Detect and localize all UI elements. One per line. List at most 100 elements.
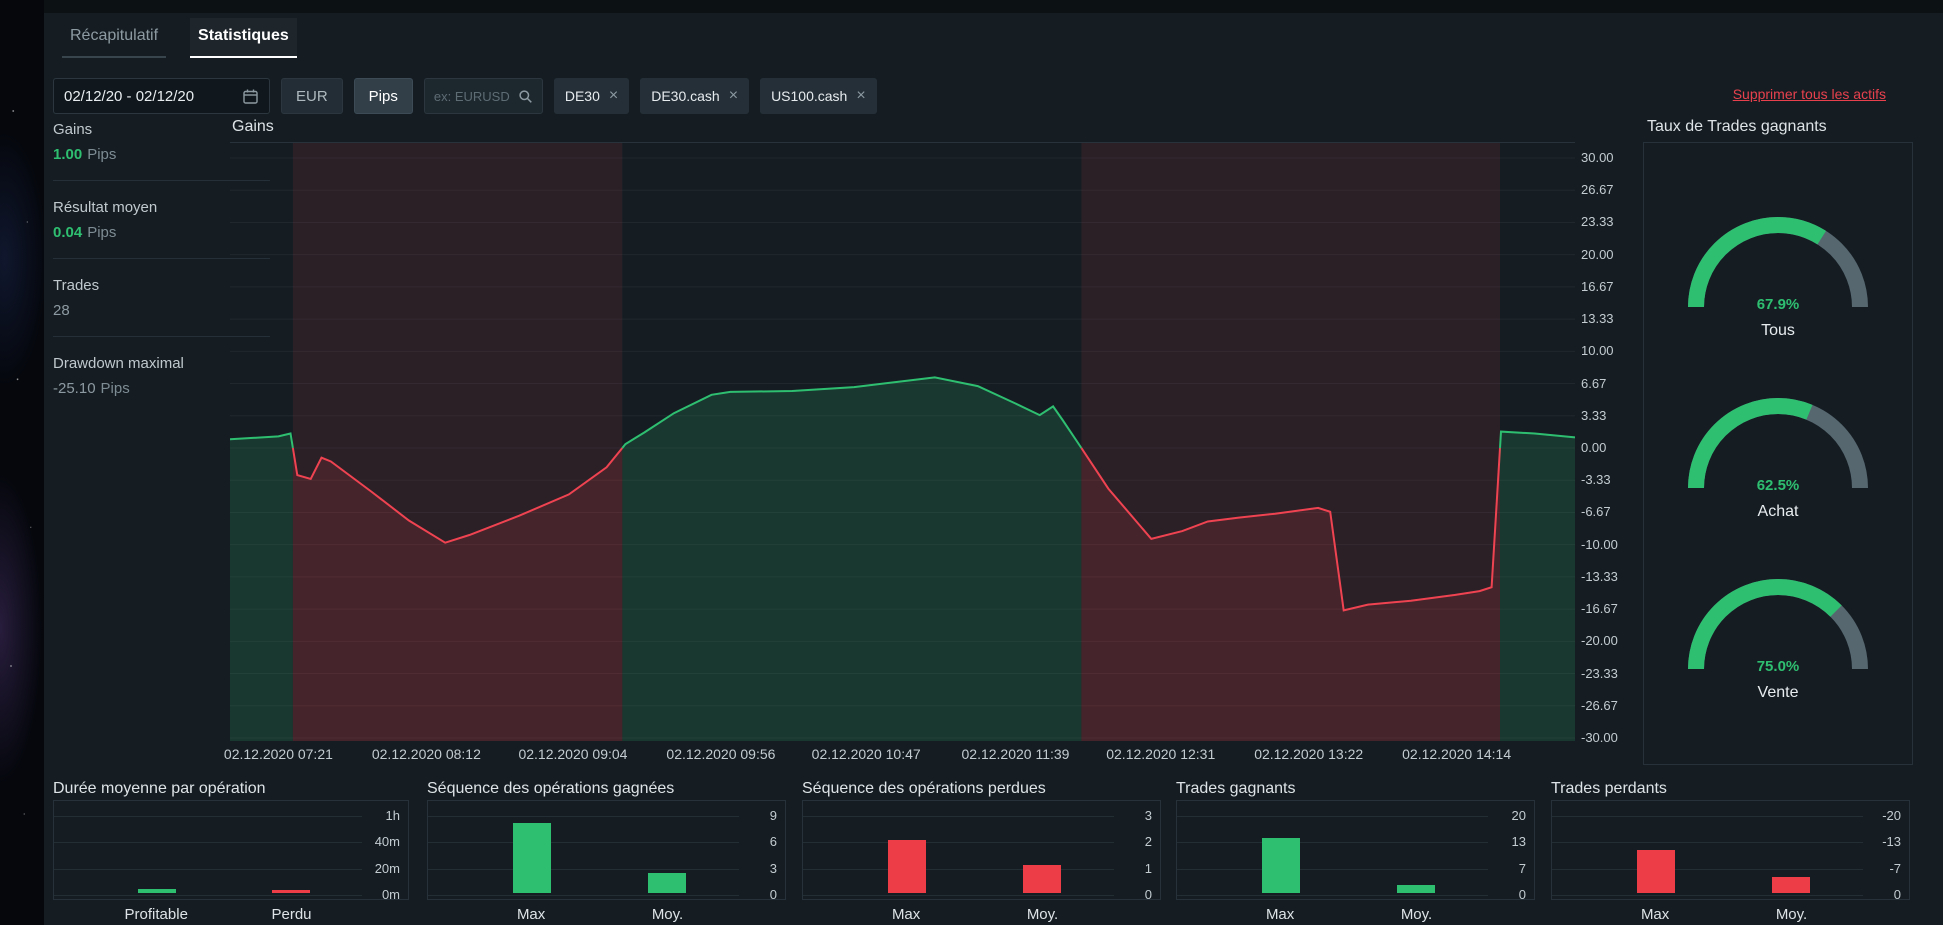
y-tick-label: 3.33 xyxy=(1581,407,1607,423)
search-icon xyxy=(519,89,532,103)
trades-value: 28 xyxy=(53,302,70,319)
y-tick-label: -26.67 xyxy=(1581,697,1618,713)
remove-all-assets-link[interactable]: Supprimer tous les actifs xyxy=(1733,86,1886,102)
date-range-input[interactable] xyxy=(64,87,234,105)
winrate-all-label: Tous xyxy=(1761,322,1795,339)
bar-moy xyxy=(1023,865,1062,893)
symbol-search-input[interactable] xyxy=(433,88,512,104)
avg-result-value: 0.04 xyxy=(53,224,83,241)
y-tick-label: 40m xyxy=(374,834,400,850)
gridline xyxy=(1177,895,1488,896)
tab-recapitulatif[interactable]: Récapitulatif xyxy=(62,18,167,58)
bar-moy xyxy=(648,872,687,893)
chip-label: DE30 xyxy=(564,88,600,104)
bar-label: Max xyxy=(891,906,921,923)
bar-max xyxy=(887,840,926,893)
chip-remove-icon[interactable]: × xyxy=(609,88,618,104)
gridline xyxy=(54,868,362,870)
gains-area-chart xyxy=(230,143,1575,741)
y-tick-label: 0.00 xyxy=(1581,440,1607,455)
x-tick-label: 02.12.2020 12:31 xyxy=(1106,746,1216,762)
tab-statistiques[interactable]: Statistiques xyxy=(190,18,297,58)
y-tick-label: 13.33 xyxy=(1581,311,1614,327)
winrate-panel-title: Taux de Trades gagnants xyxy=(1647,118,1827,135)
gains-chart-plot xyxy=(230,142,1575,741)
y-tick-label: 2 xyxy=(1144,834,1152,850)
y-tick-label: -6.67 xyxy=(1581,504,1611,520)
bar-moy xyxy=(1397,885,1436,893)
y-tick-label: -7 xyxy=(1889,860,1901,876)
bar-label: Max xyxy=(1640,906,1670,923)
y-tick-label: 3 xyxy=(769,860,777,876)
bar-label: Moy. xyxy=(1026,906,1059,923)
x-tick-label: 02.12.2020 09:04 xyxy=(518,746,628,762)
gridline xyxy=(1552,895,1863,896)
x-tick-label: 02.12.2020 14:14 xyxy=(1402,746,1512,762)
bar-label: Max xyxy=(516,906,546,923)
winning-trades-bar-chart: 20 13 7 0 xyxy=(1176,800,1535,902)
asset-chip-de30cash[interactable]: DE30.cash × xyxy=(640,78,750,114)
gains-x-axis: 02.12.2020 07:21 02.12.2020 08:12 02.12.20… xyxy=(224,746,1575,766)
x-tick-label: 02.12.2020 13:22 xyxy=(1254,746,1364,762)
desktop-background xyxy=(0,0,44,925)
winrate-gauge-all: 67.9% Tous xyxy=(1673,205,1883,340)
y-tick-label: 23.33 xyxy=(1581,214,1614,230)
losing-trades-x-labels: Max Moy. xyxy=(1551,900,1910,924)
gridline xyxy=(428,868,739,870)
symbol-search[interactable] xyxy=(423,78,543,114)
y-tick-label: -13 xyxy=(1882,834,1901,850)
y-tick-label: -13.33 xyxy=(1581,568,1618,584)
currency-button[interactable]: EUR xyxy=(281,78,343,114)
y-tick-label: -16.67 xyxy=(1581,601,1618,617)
y-tick-label: 3 xyxy=(1144,808,1152,823)
asset-chip-us100cash[interactable]: US100.cash × xyxy=(760,78,877,114)
y-tick-label: 9 xyxy=(769,808,777,823)
gridline xyxy=(803,895,1114,896)
y-tick-label: -3.33 xyxy=(1581,472,1611,488)
mini-chart-win-streak: Séquence des opérations gagnées 9630 Max… xyxy=(427,780,786,924)
y-tick-label: -20.00 xyxy=(1581,633,1618,649)
gridline xyxy=(803,868,1114,870)
chip-remove-icon[interactable]: × xyxy=(729,88,738,104)
y-tick-label: 20.00 xyxy=(1581,246,1614,262)
calendar-icon[interactable] xyxy=(242,88,259,105)
bar-label: Perdu xyxy=(271,906,312,923)
x-tick-label: 02.12.2020 07:21 xyxy=(223,746,333,762)
losing-trades-bar-chart: -20 -13 -7 0 xyxy=(1551,800,1910,902)
winrate-gauge-buy: 62.5% Achat xyxy=(1673,386,1883,521)
gridline xyxy=(54,816,362,817)
mini-chart-duration: Durée moyenne par opération 1h 40m 20m 0m P… xyxy=(53,780,409,924)
bar-profitable xyxy=(137,889,176,893)
gains-chart-title: Gains xyxy=(232,118,274,135)
x-tick-label: 02.12.2020 08:12 xyxy=(371,746,481,762)
winrate-all-value: 67.9% xyxy=(1756,296,1800,313)
duration-x-labels: Profitable Perdu xyxy=(53,900,409,924)
bar-label: Moy. xyxy=(651,906,684,923)
asset-chip-de30[interactable]: DE30 × xyxy=(553,78,630,114)
drawdown-unit: Pips xyxy=(100,380,130,397)
gridline xyxy=(1177,816,1488,817)
chip-label: DE30.cash xyxy=(651,88,720,104)
date-range-picker[interactable] xyxy=(53,78,270,114)
winrate-buy-value: 62.5% xyxy=(1756,477,1800,494)
gains-value: 1.00 xyxy=(53,146,83,163)
win-streak-bar-chart: 9630 xyxy=(427,800,786,902)
chip-label: US100.cash xyxy=(771,88,848,104)
y-tick-label: -10.00 xyxy=(1581,536,1618,552)
avg-result-unit: Pips xyxy=(87,224,117,241)
y-tick-label: -30.00 xyxy=(1581,730,1618,745)
gridline xyxy=(54,895,362,896)
chip-remove-icon[interactable]: × xyxy=(856,88,865,104)
y-tick-label: 10.00 xyxy=(1581,343,1614,359)
gridline xyxy=(428,842,739,844)
gridline xyxy=(803,842,1114,844)
gridline xyxy=(54,842,362,844)
loss-streak-x-labels: Max Moy. xyxy=(802,900,1161,924)
winrate-panel: 67.9% Tous 62.5% Achat 75.0% Vente xyxy=(1643,142,1913,765)
x-tick-label: 02.12.2020 10:47 xyxy=(811,746,921,762)
gains-unit: Pips xyxy=(87,146,117,163)
x-tick-label: 02.12.2020 09:56 xyxy=(666,746,776,762)
bar-label: Max xyxy=(1265,906,1295,923)
bar-label: Profitable xyxy=(124,906,188,923)
unit-pips-button[interactable]: Pips xyxy=(353,78,413,114)
